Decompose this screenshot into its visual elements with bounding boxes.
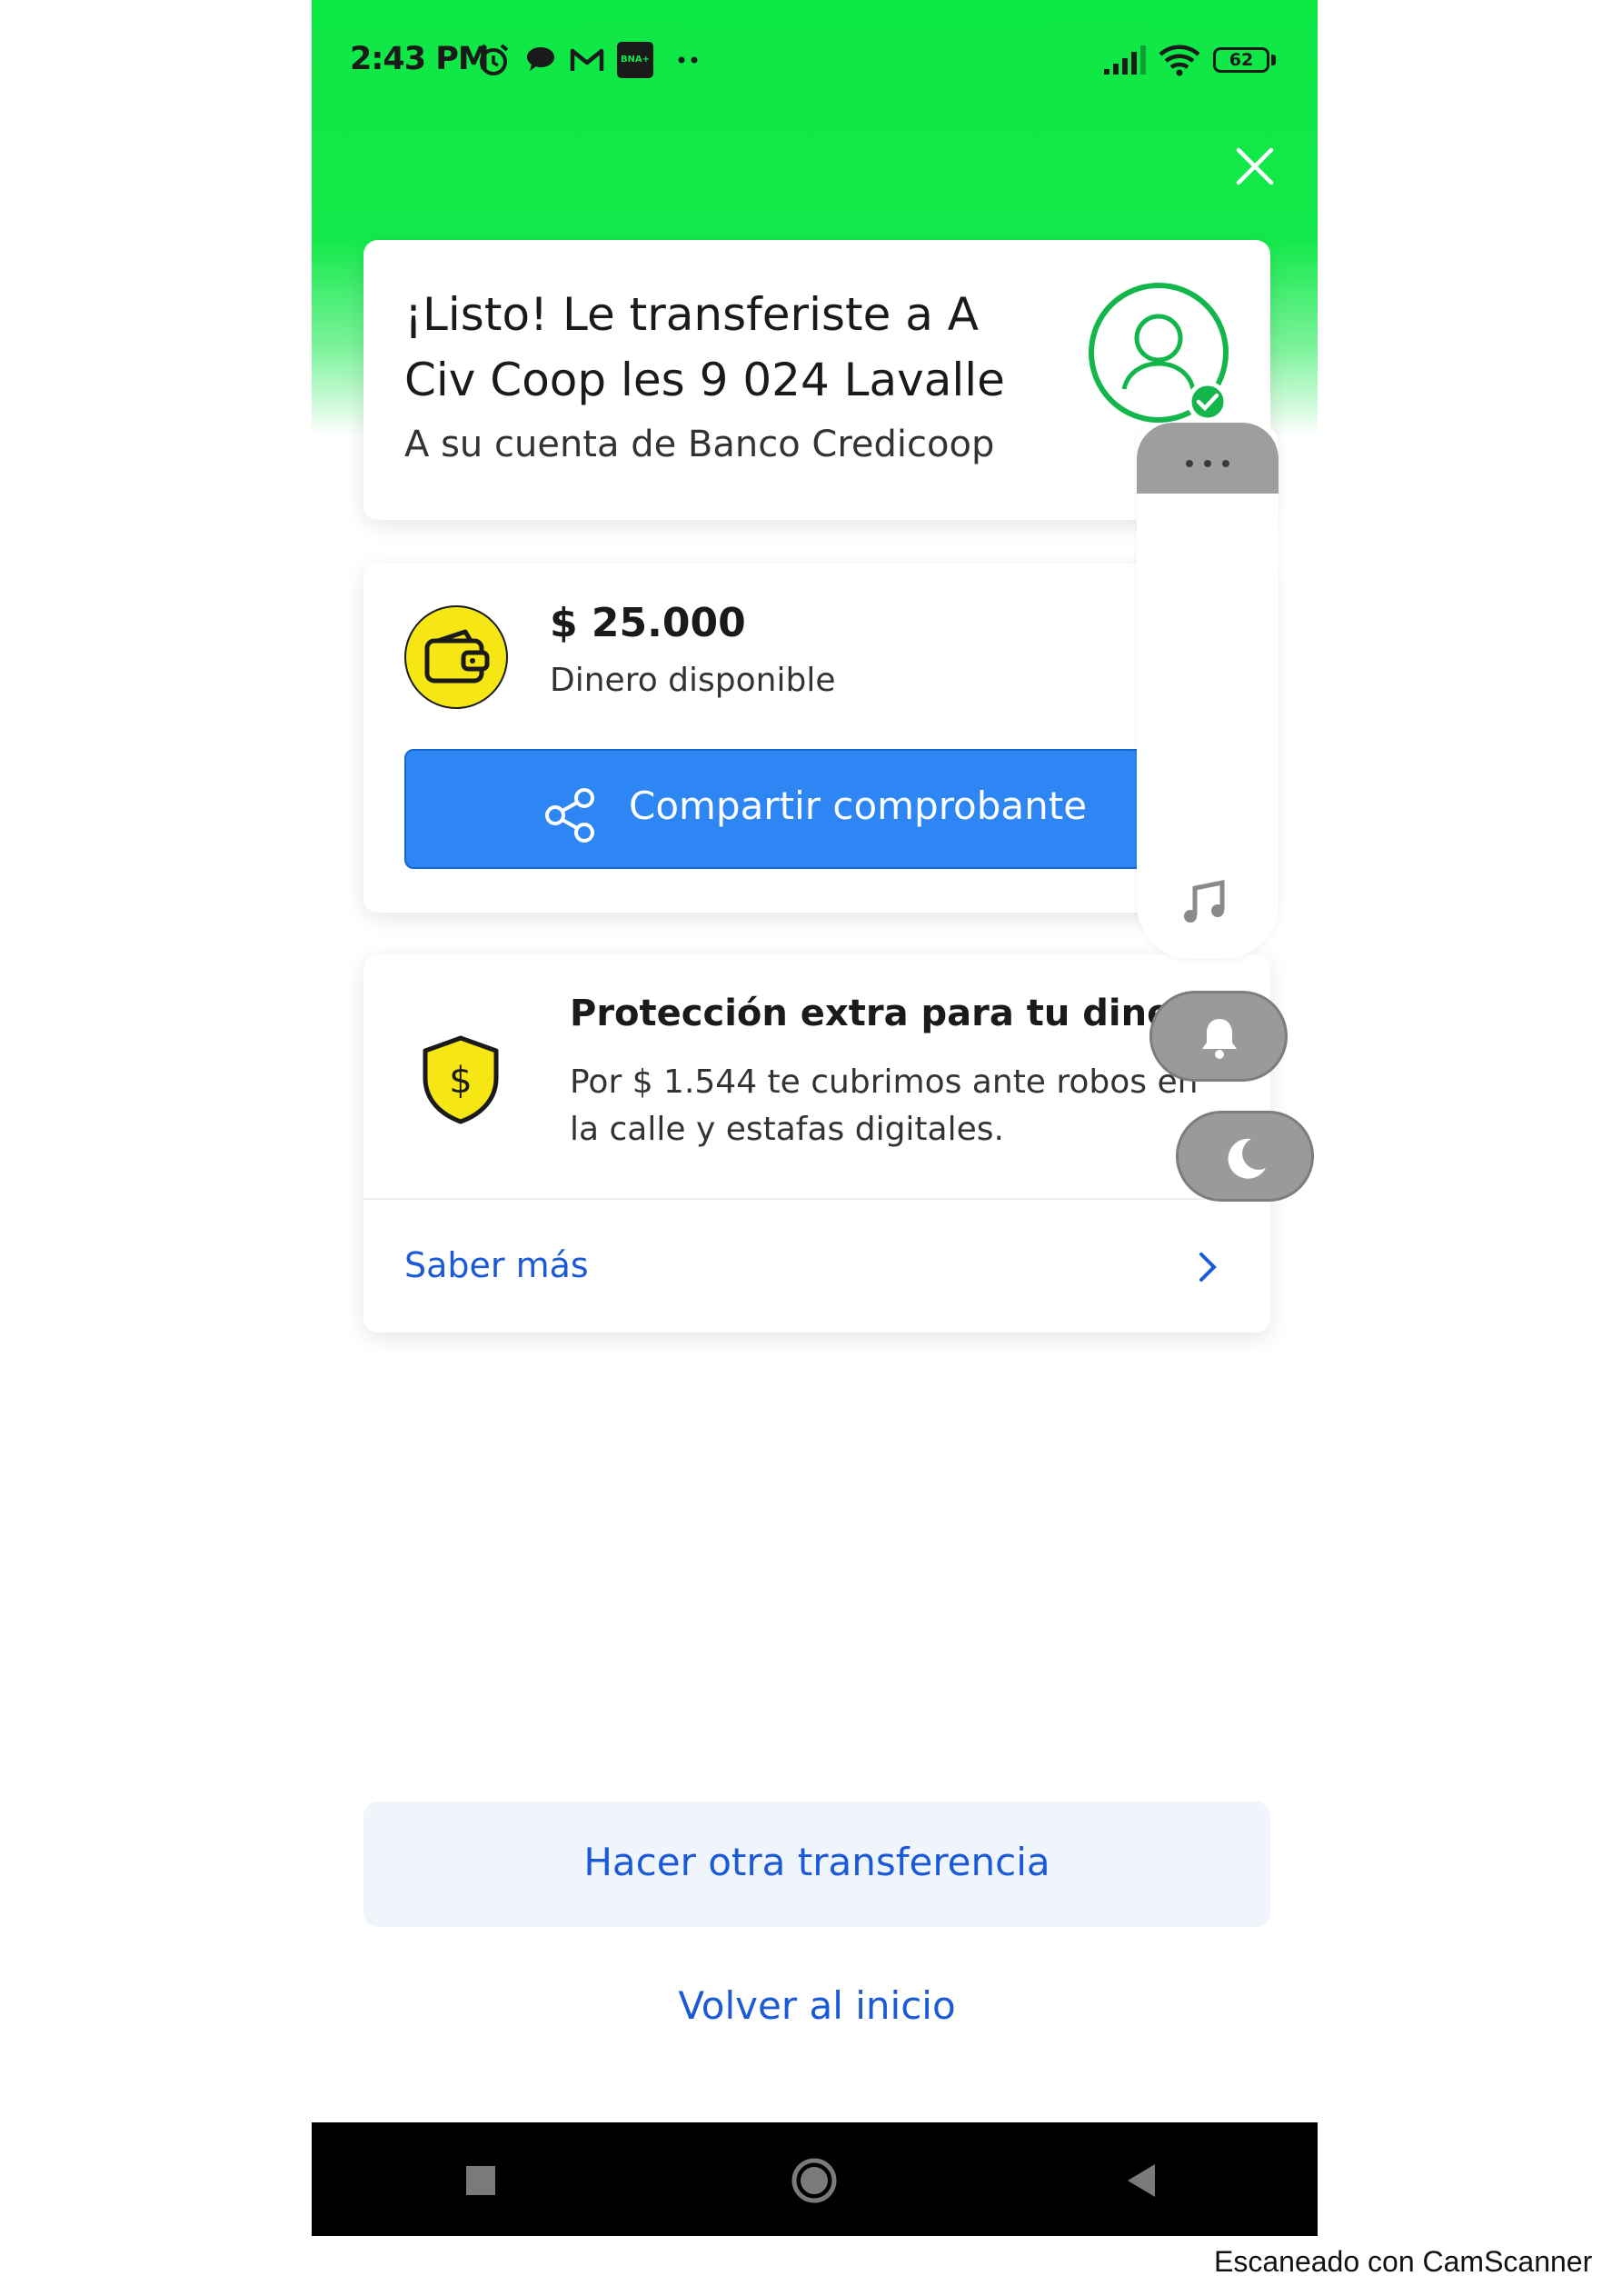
- alarm-icon: [478, 44, 509, 75]
- share-receipt-label: Compartir comprobante: [629, 784, 1088, 828]
- battery-icon: 62: [1213, 42, 1279, 78]
- available-label: Dinero disponible: [550, 662, 836, 699]
- dark-mode-toggle[interactable]: [1176, 1111, 1314, 1202]
- status-bar: 2:43 PM BNA+ 62: [312, 27, 1318, 91]
- another-transfer-label: Hacer otra transferencia: [583, 1840, 1050, 1884]
- moon-icon: [1228, 1138, 1266, 1179]
- shield-dollar-icon: $: [423, 1035, 499, 1124]
- wallet-icon: [404, 605, 508, 709]
- protection-card: $ Protección extra para tu dinero Por $ …: [363, 954, 1270, 1333]
- more-icon: [1186, 460, 1229, 467]
- notification-toggle[interactable]: [1149, 991, 1288, 1082]
- recents-button[interactable]: [457, 2157, 504, 2204]
- overlay-handle[interactable]: [1137, 423, 1279, 494]
- another-transfer-button[interactable]: Hacer otra transferencia: [363, 1802, 1270, 1927]
- back-button[interactable]: [1119, 2157, 1166, 2204]
- music-note-icon[interactable]: [1182, 879, 1228, 926]
- svg-text:$: $: [449, 1060, 472, 1102]
- share-receipt-button[interactable]: Compartir comprobante: [404, 749, 1229, 869]
- more-notifications-icon: [678, 56, 698, 64]
- back-home-link[interactable]: Volver al inicio: [363, 1983, 1270, 2028]
- chevron-right-icon[interactable]: [1190, 1247, 1223, 1287]
- available-amount: $ 25.000: [550, 600, 746, 646]
- bna-app-icon: BNA+: [617, 42, 653, 78]
- phone-screen: 2:43 PM BNA+ 62 ¡Listo! Le transferiste …: [312, 0, 1318, 2236]
- protection-description: Por $ 1.544 te cubrimos ante robos en la…: [570, 1063, 1199, 1148]
- protection-title: Protección extra para tu dinero: [570, 993, 1215, 1034]
- card-divider: [363, 1198, 1270, 1200]
- gmail-icon: [570, 48, 604, 71]
- success-subtitle: A su cuenta de Banco Credicoop: [404, 424, 995, 465]
- floating-overlay-panel[interactable]: [1137, 423, 1279, 959]
- navigation-bar: [312, 2122, 1318, 2236]
- balance-card: $ 25.000 Dinero disponible Compartir com…: [363, 564, 1270, 913]
- share-icon: [545, 788, 594, 843]
- user-check-icon: [1089, 283, 1229, 423]
- learn-more-link[interactable]: Saber más: [404, 1245, 589, 1285]
- signal-icon: [1104, 45, 1146, 75]
- transfer-success-card: ¡Listo! Le transferiste a A Civ Coop les…: [363, 240, 1270, 520]
- home-button[interactable]: [791, 2157, 838, 2204]
- success-title: ¡Listo! Le transferiste a A Civ Coop les…: [404, 288, 1005, 406]
- bell-icon: [1202, 1019, 1237, 1059]
- close-icon[interactable]: [1229, 141, 1280, 192]
- battery-level: 62: [1229, 50, 1254, 70]
- wifi-icon: [1159, 45, 1200, 76]
- scanner-watermark: Escaneado con CamScanner: [1214, 2245, 1593, 2278]
- chat-icon: [527, 47, 554, 71]
- status-time: 2:43 PM: [350, 41, 490, 77]
